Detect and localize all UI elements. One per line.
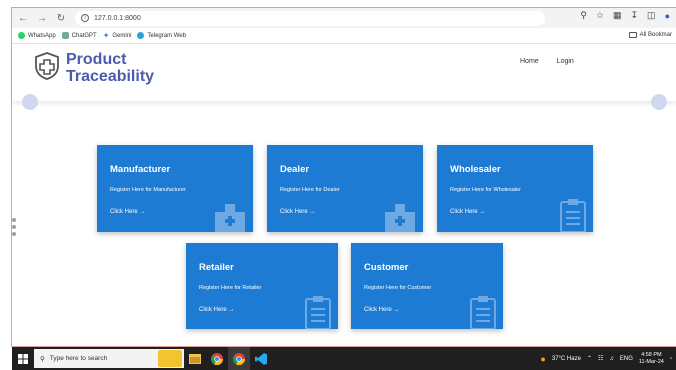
card-customer[interactable]: Customer Register Here for Customer Clic…: [351, 243, 503, 329]
bookmark-whatsapp[interactable]: WhatsApp: [18, 32, 56, 39]
search-icon: ⚲: [40, 355, 45, 363]
decor-circle-right: [651, 94, 667, 110]
click-here-link[interactable]: Click Here →: [110, 209, 145, 215]
site-header: Product Traceability Home Login: [12, 44, 676, 101]
site-info-icon[interactable]: i: [81, 14, 89, 22]
chrome-icon[interactable]: [206, 347, 228, 370]
zoom-icon[interactable]: ⚲: [580, 10, 587, 21]
language-indicator[interactable]: ENG: [620, 356, 633, 362]
click-here-link[interactable]: Click Here →: [199, 307, 234, 313]
whatsapp-icon: [18, 32, 25, 39]
decor-circle-left: [22, 94, 38, 110]
gemini-icon: ✦: [102, 31, 110, 40]
card-description: Register Here for Wholesaler: [450, 187, 521, 193]
card-wholesaler[interactable]: Wholesaler Register Here for Wholesaler …: [437, 145, 593, 232]
url-text: 127.0.0.1:8000: [94, 14, 141, 22]
search-highlight-image: [158, 350, 182, 367]
network-icon[interactable]: ☷: [598, 355, 603, 362]
search-placeholder: Type here to search: [49, 355, 108, 362]
card-description: Register Here for Customer: [364, 285, 432, 291]
card-description: Register Here for Retailer: [199, 285, 262, 291]
card-description: Register Here for Dealer: [280, 187, 340, 193]
notification-icon[interactable]: ▫: [670, 356, 672, 362]
card-dealer[interactable]: Dealer Register Here for Dealer Click He…: [267, 145, 423, 232]
logo[interactable]: Product Traceability: [34, 51, 154, 85]
windows-start-icon[interactable]: [12, 347, 34, 370]
taskbar: ⚲ Type here to search ● 37°C Haze ⌃ ☷ ♫ …: [12, 347, 676, 370]
chrome-active-icon[interactable]: [228, 347, 250, 370]
all-bookmarks[interactable]: All Bookmar: [628, 32, 672, 38]
profile-icon[interactable]: ●: [665, 11, 670, 21]
sidebar-icon[interactable]: ◫: [647, 10, 656, 21]
logo-line-1: Product: [66, 51, 127, 68]
logo-line-2: Traceability: [66, 68, 155, 85]
star-icon[interactable]: ☆: [596, 10, 604, 21]
nav-login[interactable]: Login: [557, 58, 574, 65]
scroll-dots: [12, 218, 16, 236]
card-retailer[interactable]: Retailer Register Here for Retailer Clic…: [186, 243, 338, 329]
vscode-icon[interactable]: [250, 347, 272, 370]
volume-icon[interactable]: ♫: [609, 356, 614, 362]
main-nav: Home Login: [520, 58, 574, 65]
download-icon[interactable]: ↧: [631, 10, 639, 21]
bookmarks-bar: WhatsApp ChatGPT ✦ Gemini Telegram Web A…: [12, 28, 676, 44]
extensions-icon[interactable]: ▦: [613, 10, 622, 21]
hospital-icon: [215, 204, 245, 232]
clock-time: 4:58 PM: [641, 351, 662, 358]
weather-icon[interactable]: ●: [540, 354, 545, 364]
bookmark-telegram[interactable]: Telegram Web: [137, 32, 186, 39]
address-bar[interactable]: i 127.0.0.1:8000: [75, 10, 545, 26]
card-description: Register Here for Manufacturer: [110, 187, 186, 193]
clipboard-icon: [560, 199, 586, 232]
clock-date: 11-Mar-24: [638, 358, 664, 365]
click-here-link[interactable]: Click Here →: [364, 307, 399, 313]
click-here-link[interactable]: Click Here →: [450, 209, 485, 215]
card-title: Customer: [364, 262, 409, 273]
folder-icon: [628, 32, 637, 38]
card-title: Dealer: [280, 164, 310, 175]
browser-toolbar: ← → ↻ i 127.0.0.1:8000 ⚲ ☆ ▦ ↧ ◫ ●: [12, 8, 676, 28]
weather-text[interactable]: 37°C Haze: [552, 356, 581, 362]
clipboard-icon: [305, 296, 331, 329]
back-arrow-icon[interactable]: ←: [15, 10, 31, 26]
taskbar-search[interactable]: ⚲ Type here to search: [34, 349, 184, 368]
bookmark-gemini[interactable]: ✦ Gemini: [103, 31, 132, 40]
chatgpt-icon: [61, 32, 69, 39]
reload-icon[interactable]: ↻: [53, 10, 69, 26]
card-title: Wholesaler: [450, 164, 501, 175]
click-here-link[interactable]: Click Here →: [280, 209, 315, 215]
shield-cross-icon: [35, 52, 59, 80]
tray-chevron-icon[interactable]: ⌃: [587, 355, 592, 362]
card-title: Manufacturer: [110, 164, 171, 175]
clipboard-icon: [470, 296, 496, 329]
clock[interactable]: 4:58 PM 11-Mar-24: [639, 352, 664, 366]
card-manufacturer[interactable]: Manufacturer Register Here for Manufactu…: [97, 145, 253, 232]
task-view-icon[interactable]: [184, 347, 206, 370]
nav-home[interactable]: Home: [520, 58, 539, 65]
card-title: Retailer: [199, 262, 234, 273]
bookmark-chatgpt[interactable]: ChatGPT: [61, 32, 97, 39]
hospital-icon: [385, 204, 415, 232]
system-tray: ● 37°C Haze ⌃ ☷ ♫ ENG 4:58 PM 11-Mar-24 …: [540, 347, 672, 370]
telegram-icon: [137, 32, 145, 39]
forward-arrow-icon[interactable]: →: [34, 10, 50, 26]
